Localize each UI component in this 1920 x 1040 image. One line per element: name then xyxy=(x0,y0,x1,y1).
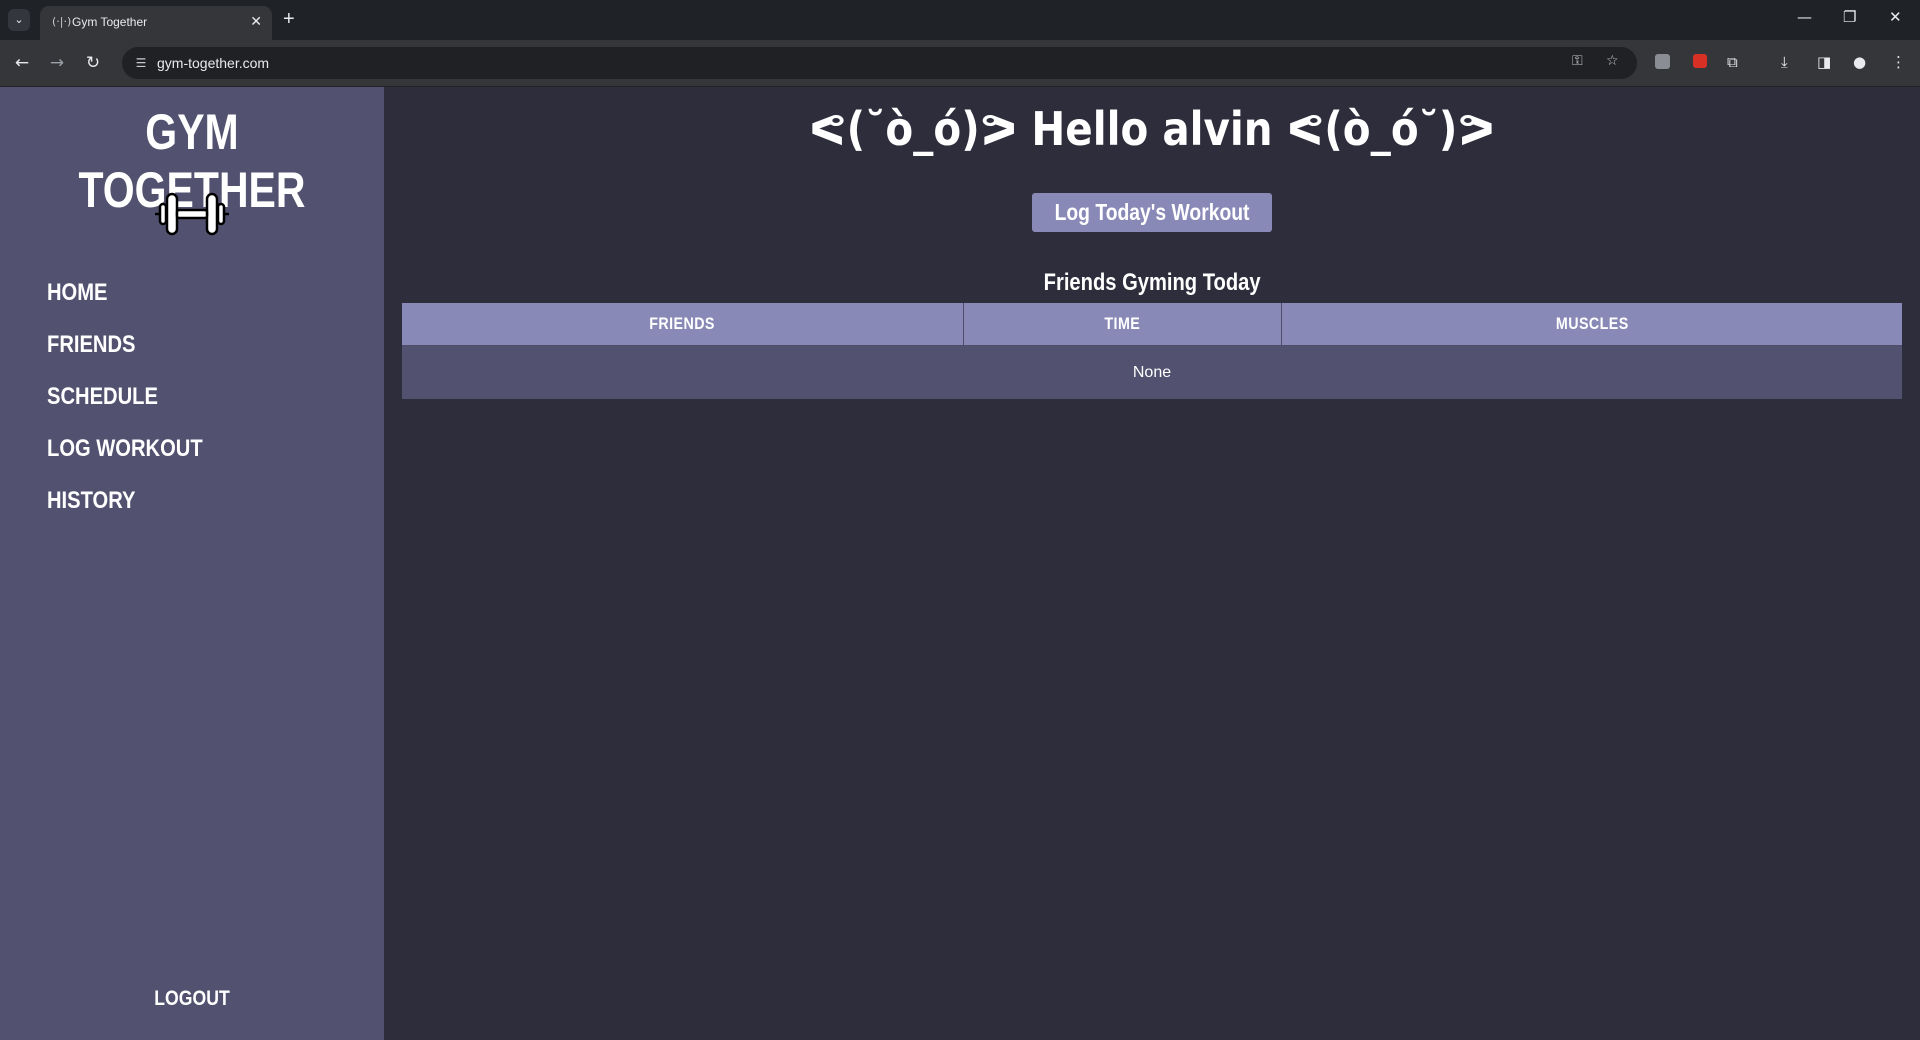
profile-icon[interactable]: ● xyxy=(1853,53,1866,71)
new-tab-icon[interactable]: + xyxy=(283,7,295,31)
main-content: ᕙ(˘ò_ó)ᕗ Hello alvin ᕙ(ò_ó˘)ᕗ Log Today'… xyxy=(384,87,1920,1040)
table-header-row: FRIENDS TIME MUSCLES xyxy=(402,303,1902,346)
menu-icon[interactable]: ⋮ xyxy=(1891,53,1906,71)
column-header-friends-label: FRIENDS xyxy=(649,314,716,333)
dumbbell-icon xyxy=(155,192,229,236)
site-info-icon[interactable]: ☰ xyxy=(131,53,151,73)
nav-item-log-workout[interactable]: LOG WORKOUT xyxy=(47,423,203,475)
download-icon[interactable]: ⤓ xyxy=(1781,53,1788,71)
column-header-muscles-label: MUSCLES xyxy=(1555,314,1629,333)
tab-title: Gym Together xyxy=(72,15,148,29)
table-row: None xyxy=(402,345,1902,399)
reload-icon[interactable]: ↻ xyxy=(81,51,105,75)
close-tab-icon[interactable]: ✕ xyxy=(250,13,262,30)
column-header-friends: FRIENDS xyxy=(402,303,964,346)
browser-toolbar: ← → ↻ ☰ gym-together.com ⚿ ☆ ⧉ ⤓ ◨ ● ⋮ xyxy=(0,40,1920,87)
minimize-icon[interactable]: — xyxy=(1797,8,1812,26)
friends-table: FRIENDS TIME MUSCLES None xyxy=(402,303,1902,399)
extension-lock-icon[interactable] xyxy=(1693,54,1707,68)
sidebar-nav: HOME FRIENDS SCHEDULE LOG WORKOUT HISTOR… xyxy=(47,267,232,527)
table-title-text: Friends Gyming Today xyxy=(1043,269,1261,296)
close-window-icon[interactable]: ✕ xyxy=(1889,8,1902,26)
back-icon[interactable]: ← xyxy=(10,51,34,75)
column-header-time: TIME xyxy=(963,303,1282,346)
tab-list-icon[interactable]: ⌄ xyxy=(8,9,30,31)
restore-icon[interactable]: ❐ xyxy=(1843,8,1856,26)
extension-k-icon[interactable] xyxy=(1655,54,1670,69)
browser-tab[interactable]: (·|·) Gym Together ✕ xyxy=(40,6,272,40)
nav-item-home[interactable]: HOME xyxy=(47,267,203,319)
column-header-muscles: MUSCLES xyxy=(1280,303,1902,346)
browser-tab-bar: ⌄ (·|·) Gym Together ✕ + — ❐ ✕ xyxy=(0,0,1920,40)
forward-icon[interactable]: → xyxy=(45,51,69,75)
column-header-time-label: TIME xyxy=(1104,314,1141,333)
bookmark-star-icon[interactable]: ☆ xyxy=(1606,53,1619,69)
extension-icon[interactable]: ⧉ xyxy=(1727,53,1738,71)
log-workout-button-label: Log Today's Workout xyxy=(1054,199,1250,225)
url-text[interactable]: gym-together.com xyxy=(157,55,269,71)
sidebar: GYM TOGETHER HOME FRIENDS SCHEDULE LOG W… xyxy=(0,87,384,1040)
empty-table-cell: None xyxy=(402,345,1902,399)
tab-favicon-icon: (·|·) xyxy=(52,15,72,28)
address-bar[interactable]: ☰ gym-together.com ⚿ ☆ xyxy=(122,47,1637,79)
table-title: Friends Gyming Today xyxy=(384,269,1920,297)
nav-item-history[interactable]: HISTORY xyxy=(47,475,203,527)
side-panel-icon[interactable]: ◨ xyxy=(1817,53,1831,71)
greeting-heading: ᕙ(˘ò_ó)ᕗ Hello alvin ᕙ(ò_ó˘)ᕗ xyxy=(809,102,1495,156)
nav-item-friends[interactable]: FRIENDS xyxy=(47,319,203,371)
nav-item-schedule[interactable]: SCHEDULE xyxy=(47,371,203,423)
log-workout-button[interactable]: Log Today's Workout xyxy=(1032,193,1272,232)
password-key-icon[interactable]: ⚿ xyxy=(1572,53,1583,69)
logout-link[interactable]: LOGOUT xyxy=(31,987,354,1011)
